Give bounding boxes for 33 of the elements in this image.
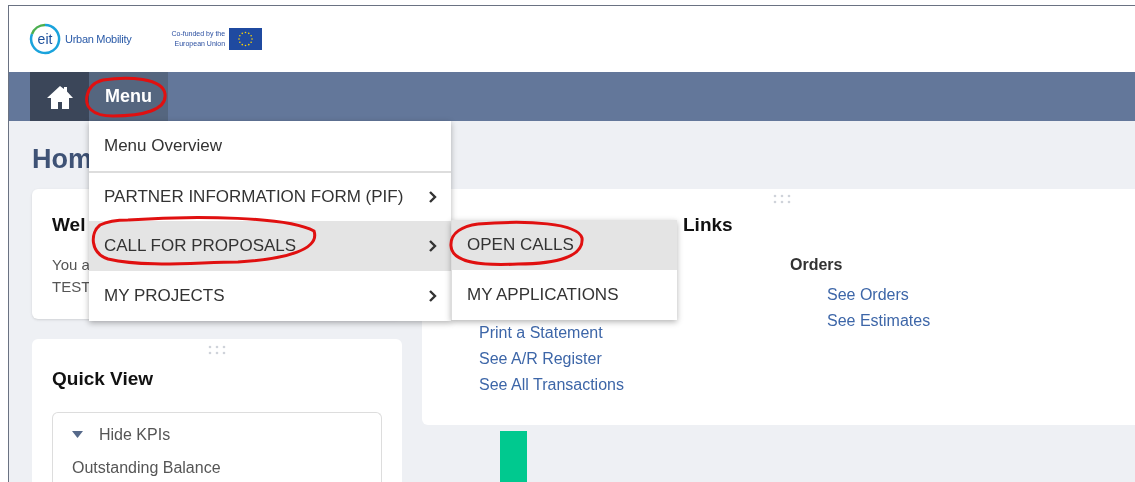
quick-link[interactable]: See Orders bbox=[827, 283, 909, 306]
home-icon bbox=[45, 83, 74, 110]
quick-link[interactable]: Print a Statement bbox=[479, 321, 603, 344]
eu-flag-icon bbox=[229, 28, 263, 50]
home-button[interactable] bbox=[30, 72, 89, 121]
chevron-right-icon bbox=[428, 239, 437, 253]
quick-link[interactable]: See Estimates bbox=[827, 309, 931, 332]
quick-link[interactable]: See All Transactions bbox=[479, 373, 624, 396]
quick-link[interactable]: See A/R Register bbox=[479, 347, 602, 370]
chart-bar bbox=[500, 431, 527, 482]
logo-label: eit bbox=[37, 32, 53, 46]
welcome-text: TEST bbox=[52, 276, 91, 297]
menu-item[interactable]: Menu Overview bbox=[89, 121, 451, 171]
drag-handle-icon[interactable] bbox=[208, 345, 226, 355]
caret-icon bbox=[72, 430, 83, 439]
chevron-right-icon bbox=[428, 289, 437, 303]
logo-text: Urban Mobility bbox=[65, 31, 132, 47]
kpi-label: Outstanding Balance bbox=[72, 457, 222, 478]
welcome-text: You a bbox=[52, 254, 90, 275]
submenu-item[interactable]: MY APPLICATIONS bbox=[452, 270, 677, 320]
page-title: Hom bbox=[32, 143, 92, 175]
drag-handle-icon[interactable] bbox=[773, 194, 791, 204]
logo-ring-icon bbox=[29, 23, 61, 55]
card-title: Links bbox=[683, 213, 734, 237]
hide-kpis-toggle[interactable]: Hide KPIs bbox=[72, 422, 171, 447]
menu-item[interactable]: PARTNER INFORMATION FORM (PIF) bbox=[89, 171, 451, 221]
card-title: Quick View bbox=[52, 367, 155, 391]
chevron-right-icon bbox=[428, 190, 437, 204]
card-title: Wel bbox=[52, 213, 87, 237]
menu-item[interactable]: MY PROJECTS bbox=[89, 271, 451, 321]
menu-item[interactable]: CALL FOR PROPOSALS bbox=[89, 221, 451, 271]
links-heading: Orders bbox=[790, 254, 844, 275]
submenu-item[interactable]: OPEN CALLS bbox=[452, 220, 677, 270]
